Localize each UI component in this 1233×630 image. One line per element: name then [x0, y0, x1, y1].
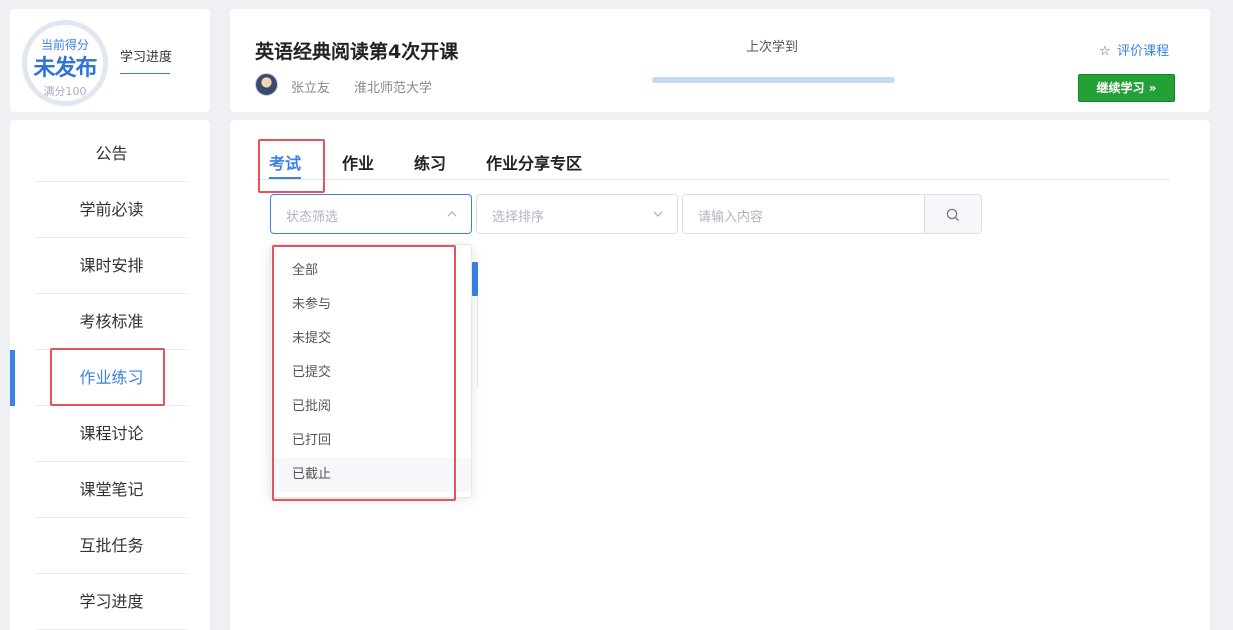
status-option-all[interactable]: 全部: [271, 254, 471, 288]
chevron-up-icon: [447, 211, 457, 217]
homework-panel: 考试 作业 练习 作业分享专区 状态筛选 选择排序 请输入内容 全部 未参与 未…: [230, 120, 1210, 630]
last-learn-label: 上次学到: [746, 40, 799, 55]
status-filter-select[interactable]: 状态筛选: [270, 194, 472, 234]
search-input[interactable]: 请输入内容: [682, 194, 926, 234]
tab-practice[interactable]: 练习: [414, 150, 446, 174]
sort-select[interactable]: 选择排序: [476, 194, 678, 234]
status-option-not-participated[interactable]: 未参与: [271, 288, 471, 322]
score-card: 当前得分 未发布 满分100 学习进度: [10, 9, 210, 112]
search-placeholder: 请输入内容: [698, 210, 764, 225]
search-button[interactable]: [924, 194, 982, 234]
sidebar-item-discussion[interactable]: 课程讨论: [35, 406, 188, 462]
sort-select-placeholder: 选择排序: [492, 210, 545, 225]
score-circle: 当前得分 未发布 满分100: [22, 20, 108, 106]
sidebar-item-homework[interactable]: 作业练习: [35, 350, 188, 406]
tab-homework[interactable]: 作业: [342, 150, 374, 174]
sidebar-item-prereading[interactable]: 学前必读: [35, 182, 188, 238]
sidebar-item-assessment[interactable]: 考核标准: [35, 294, 188, 350]
tab-homework-sharing[interactable]: 作业分享专区: [486, 150, 582, 174]
status-option-not-submitted[interactable]: 未提交: [271, 322, 471, 356]
sidebar-item-announcement[interactable]: 公告: [35, 126, 188, 182]
score-status: 未发布: [33, 56, 97, 81]
school-name: 淮北师范大学: [354, 81, 433, 96]
rate-course-link[interactable]: ☆ 评价课程: [1099, 40, 1169, 59]
tab-divider: [255, 179, 1170, 180]
progress-link-underline: [120, 73, 170, 74]
sidebar-item-notes[interactable]: 课堂笔记: [35, 462, 188, 518]
learning-progress-link[interactable]: 学习进度: [120, 46, 172, 65]
score-full-label: 满分100: [43, 85, 87, 98]
teacher-name: 张立友: [291, 81, 331, 96]
status-dropdown-menu: 全部 未参与 未提交 已提交 已批阅 已打回 已截止: [270, 244, 472, 498]
rate-course-label: 评价课程: [1117, 44, 1170, 59]
teacher-avatar: [255, 73, 278, 96]
status-option-closed[interactable]: 已截止: [271, 458, 471, 492]
course-title: 英语经典阅读第4次开课: [255, 41, 459, 63]
exam-list-accent: [472, 262, 478, 296]
status-option-graded[interactable]: 已批阅: [271, 390, 471, 424]
status-option-returned[interactable]: 已打回: [271, 424, 471, 458]
sidebar-item-progress[interactable]: 学习进度: [35, 574, 188, 630]
sidebar-active-indicator: [10, 350, 15, 406]
sidebar-item-peer-review[interactable]: 互批任务: [35, 518, 188, 574]
star-icon: ☆: [1099, 44, 1111, 59]
sidebar-item-schedule[interactable]: 课时安排: [35, 238, 188, 294]
status-option-submitted[interactable]: 已提交: [271, 356, 471, 390]
continue-learning-button[interactable]: 继续学习 »: [1078, 74, 1175, 102]
course-header: 英语经典阅读第4次开课 张立友 淮北师范大学 上次学到 ☆ 评价课程 继续学习 …: [230, 9, 1210, 112]
search-icon: [946, 208, 960, 222]
status-filter-placeholder: 状态筛选: [286, 210, 339, 225]
active-tab-underline: [269, 177, 301, 179]
chevron-down-icon: [653, 211, 663, 217]
sidebar: 公告 学前必读 课时安排 考核标准 作业练习 课程讨论 课堂笔记 互批任务 学习…: [10, 120, 210, 630]
last-learn-progress-bar: [652, 77, 895, 83]
tab-exam[interactable]: 考试: [269, 150, 301, 174]
